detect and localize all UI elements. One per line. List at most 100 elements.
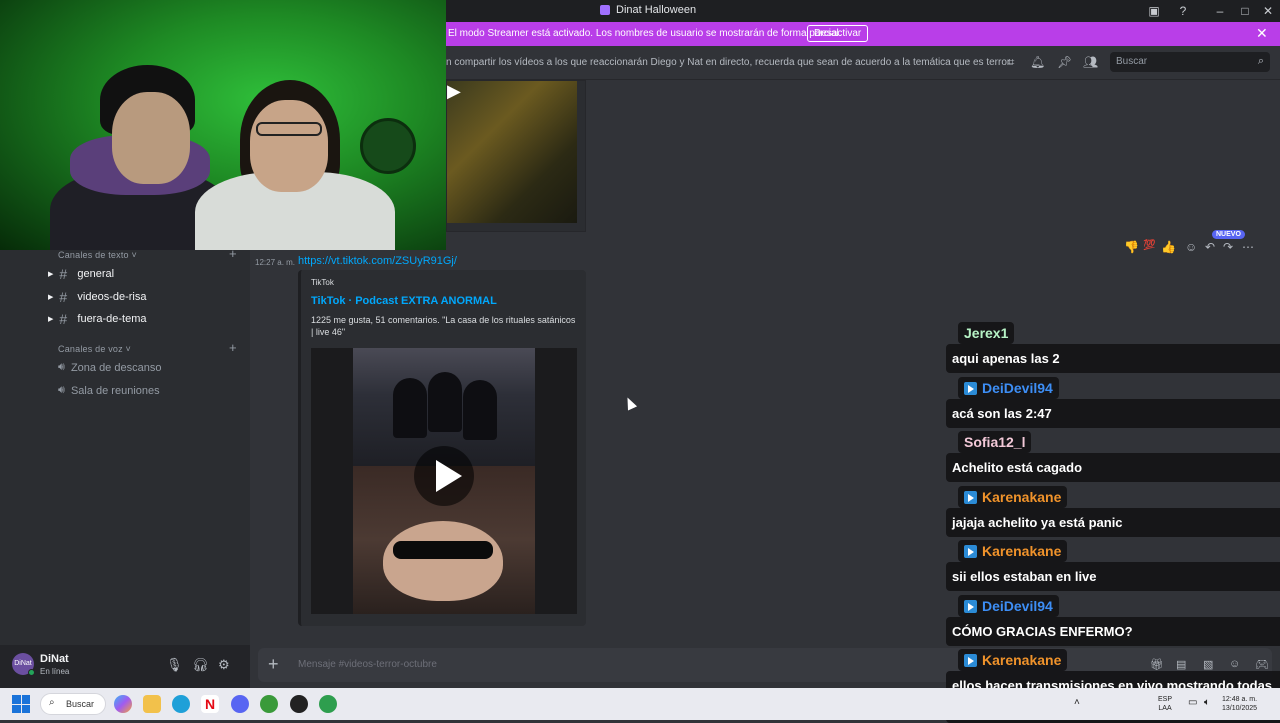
obs-icon[interactable] — [290, 695, 308, 713]
unread-indicator: ▶ — [48, 316, 54, 323]
clock-time: 12:48 a. m. — [1222, 696, 1258, 703]
inbox-icon[interactable]: ▣ — [1142, 2, 1166, 20]
stream-chat-message: acá son las 2:47 — [946, 399, 1280, 428]
badge-icon — [964, 653, 977, 667]
search-placeholder: Buscar — [1116, 56, 1148, 67]
file-explorer-icon[interactable] — [143, 695, 161, 713]
more-icon[interactable]: ⋯ — [1242, 240, 1254, 254]
add-reaction-icon[interactable]: ☺ — [1185, 240, 1197, 254]
windows-start-icon[interactable] — [12, 695, 30, 713]
close-icon[interactable]: ✕ — [1256, 25, 1268, 42]
sidebar-item-sala-de-reuniones[interactable]: 🔊︎ Sala de reuniones — [58, 384, 160, 397]
volume-icon[interactable]: 🔈︎ — [1204, 697, 1210, 708]
sidebar-item-general[interactable]: ▶ # general — [48, 266, 114, 282]
chevron-up-icon[interactable]: ˄ — [1074, 697, 1080, 708]
clock[interactable]: 12:48 a. m. 13/10/2025 — [1222, 695, 1257, 713]
stream-chat-username: Karenakane — [958, 486, 1068, 508]
stream-chat-username-text: DeiDevil94 — [982, 598, 1053, 614]
add-channel-icon[interactable]: + — [229, 340, 237, 355]
search-input[interactable]: Buscar ⌕ — [1110, 52, 1270, 72]
thumbs-down-icon[interactable]: 👎 — [1124, 240, 1139, 254]
gear-icon[interactable]: ⚙ — [218, 657, 230, 673]
stream-chat-username: Karenakane — [958, 540, 1068, 562]
glasses — [256, 122, 322, 136]
server-icon — [600, 5, 610, 15]
app-icon[interactable] — [319, 695, 337, 713]
stream-chat-username: Jerex1 — [958, 322, 1015, 344]
hooded-figure — [463, 380, 497, 440]
window-title-text: Dinat Halloween — [616, 4, 697, 16]
close-window-button[interactable]: ✕ — [1256, 2, 1280, 20]
previous-embed: ▶ — [446, 80, 586, 232]
threads-icon[interactable]: ⌗ — [1004, 55, 1018, 69]
sidebar-item-fuera-de-tema[interactable]: ▶ # fuera-de-tema — [48, 311, 146, 327]
window-title: Dinat Halloween — [600, 4, 696, 16]
reply-icon[interactable]: ↶ — [1205, 240, 1215, 254]
stream-chat-message: aqui apenas las 2 — [946, 344, 1280, 373]
user-status: En línea — [40, 667, 70, 676]
taskbar: ⌕ Buscar N ˄ ESP LAA ▭ 🔈︎ 12:48 a. m. 13… — [0, 688, 1280, 720]
badge-icon — [964, 599, 977, 613]
category-voice-channels[interactable]: Canales de voz ˅ — [58, 344, 131, 354]
stream-chat-username: Karenakane — [958, 649, 1068, 671]
username[interactable]: DiNat — [40, 653, 69, 665]
speaker-icon: 🔊︎ — [58, 384, 65, 396]
embed-title[interactable]: TikTok · Podcast EXTRA ANORMAL — [311, 295, 497, 307]
copilot-icon[interactable] — [114, 695, 132, 713]
play-icon[interactable]: ▶ — [447, 81, 465, 101]
category-label: Canales de texto — [58, 250, 129, 260]
previous-embed-thumbnail[interactable] — [447, 81, 577, 223]
microphone-icon[interactable]: 🎙︎ — [166, 657, 183, 673]
face — [383, 521, 503, 601]
taskbar-search[interactable]: ⌕ Buscar — [40, 693, 106, 715]
message-timestamp: 12:27 a. m. — [255, 258, 296, 267]
badge-icon — [964, 381, 977, 395]
category-text-channels[interactable]: Canales de texto ˅ — [58, 250, 137, 260]
sunglasses — [393, 541, 493, 559]
language-bottom: LAA — [1158, 705, 1172, 712]
network-icon[interactable]: ▭ — [1188, 697, 1197, 708]
hooded-figure — [393, 378, 427, 438]
search-icon: ⌕ — [49, 697, 55, 708]
members-icon[interactable]: 👥︎ — [1083, 55, 1098, 69]
badge-icon — [964, 490, 977, 504]
stream-chat-username: Sofia12_l — [958, 431, 1032, 453]
category-label: Canales de voz — [58, 344, 123, 354]
discord-icon[interactable] — [231, 695, 249, 713]
sidebar-item-videos-de-risa[interactable]: ▶ # videos-de-risa — [48, 289, 146, 305]
channel-sidebar: Canales de texto ˅ + ▶ # general ▶ # videos-… — [0, 246, 250, 645]
person-right-face — [250, 100, 328, 192]
disable-streamer-button[interactable]: Desactivar — [807, 25, 869, 42]
netflix-icon[interactable]: N — [201, 695, 219, 713]
embed-video[interactable] — [311, 348, 577, 614]
hash-icon: # — [59, 289, 68, 305]
edge-icon[interactable] — [172, 695, 190, 713]
hundred-icon[interactable]: 💯 — [1143, 240, 1155, 251]
channel-label: videos-de-risa — [77, 291, 147, 303]
language-indicator[interactable]: ESP LAA — [1158, 695, 1172, 713]
attach-icon[interactable]: + — [268, 654, 279, 675]
xbox-icon[interactable] — [260, 695, 278, 713]
bell-icon[interactable]: 🔔︎ — [1030, 55, 1045, 69]
fan — [360, 118, 416, 174]
clock-date: 13/10/2025 — [1222, 705, 1258, 712]
avatar-text: DiNat — [14, 660, 32, 667]
search-icon: ⌕ — [1257, 55, 1264, 67]
message-link[interactable]: https://vt.tiktok.com/ZSUyR91Gj/ — [298, 255, 457, 267]
sidebar-item-zona-de-descanso[interactable]: 🔊︎ Zona de descanso — [58, 361, 161, 374]
thumbs-up-icon[interactable]: 👍 — [1161, 240, 1176, 254]
badge-icon — [964, 544, 977, 558]
stream-chat-message: jajaja achelito ya está panic — [946, 508, 1280, 537]
pin-icon[interactable]: 📌︎ — [1057, 55, 1072, 69]
hash-icon: # — [59, 311, 68, 327]
user-panel: DiNat DiNat En línea 🎙︎ 🎧︎ ⚙ — [0, 645, 250, 688]
headphones-icon[interactable]: 🎧︎ — [192, 657, 209, 673]
maximize-button[interactable]: □ — [1233, 2, 1257, 20]
play-button[interactable] — [414, 446, 474, 506]
forward-icon[interactable]: ↷ — [1223, 240, 1233, 254]
new-badge: NUEVO — [1212, 230, 1245, 239]
stream-chat-username-text: Karenakane — [982, 489, 1062, 505]
help-icon[interactable]: ? — [1171, 2, 1195, 20]
minimize-button[interactable]: – — [1208, 2, 1232, 20]
hooded-figure — [428, 372, 462, 432]
